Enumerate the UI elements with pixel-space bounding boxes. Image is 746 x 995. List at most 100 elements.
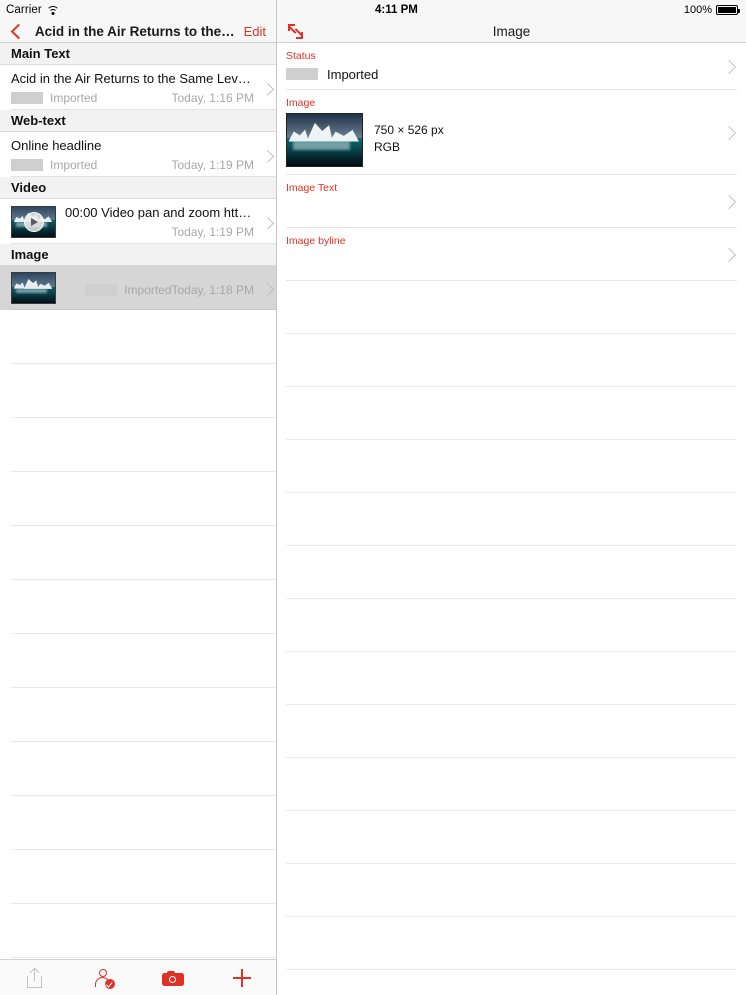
right-nav-bar: Image [277,20,746,43]
status-label: Imported [124,283,172,297]
field-label: Status [286,50,316,62]
back-button[interactable] [8,22,26,40]
status-label: Imported [50,158,98,172]
chevron-right-icon [261,149,275,163]
empty-list-row [0,688,276,742]
timestamp: Today, 1:18 PM [171,283,255,297]
list-item-title: Acid in the Air Returns to the Same Leve… [11,71,254,86]
empty-form-row [277,493,746,546]
chevron-right-icon [721,194,737,209]
empty-form-row [277,811,746,864]
status-color-chip [85,284,118,296]
chevron-right-icon [261,282,275,296]
person-check-icon [94,968,115,989]
play-icon [23,211,44,232]
list-item-main-text[interactable]: Acid in the Air Returns to the Same Leve… [0,65,276,110]
expand-diagonal-icon[interactable] [287,23,304,40]
field-image-byline[interactable]: Image byline [277,228,746,281]
empty-form-row [277,705,746,758]
field-value: Imported [286,66,712,82]
image-preview [286,113,363,167]
image-row-body: Imported Today, 1:18 PM [65,279,254,297]
empty-form-row [277,917,746,970]
chevron-right-icon [721,247,737,262]
empty-form-row [277,864,746,917]
empty-list-row [0,580,276,634]
field-value: 750 × 526 px RGB [286,113,712,167]
list-item-web-text[interactable]: Online headline Imported Today, 1:19 PM [0,132,276,177]
chevron-right-icon [721,125,737,140]
left-nav-bar: Acid in the Air Returns to the… Edit [0,20,276,43]
status-badge: Imported [85,283,172,297]
list-item-meta: Imported Today, 1:18 PM [65,283,254,297]
field-label: Image [286,97,316,109]
image-dimensions: 750 × 526 px [374,123,444,137]
field-value-text: Imported [327,66,379,82]
field-value [286,251,712,271]
field-value [286,198,712,218]
status-badge: Imported [11,158,97,172]
chevron-right-icon [261,82,275,96]
camera-button[interactable] [138,960,207,995]
field-status[interactable]: Status Imported [277,43,746,90]
section-header-video: Video [0,177,276,199]
empty-list-row [0,310,276,364]
asset-list[interactable]: Main Text Acid in the Air Returns to the… [0,43,276,959]
add-button[interactable] [207,960,276,995]
battery-icon [716,5,741,15]
battery-indicator: 100% [683,4,741,16]
empty-form-row [277,652,746,705]
detail-title: Image [492,23,531,39]
empty-form-row [277,599,746,652]
empty-list-row [0,526,276,580]
empty-list-row [0,742,276,796]
section-header-web-text: Web-text [0,110,276,132]
split-view-app: Carrier Acid in the Air Returns to the… … [0,0,746,995]
list-item-image[interactable]: Imported Today, 1:18 PM [0,266,276,310]
image-metadata: 750 × 526 px RGB [374,113,444,154]
chevron-right-icon [721,59,737,74]
detail-form[interactable]: Status Imported Image 750 × 526 px RGB I… [277,43,746,995]
battery-percent-label: 100% [683,4,712,16]
empty-list-row [0,796,276,850]
empty-form-row [277,758,746,811]
field-image[interactable]: Image 750 × 526 px RGB [277,90,746,175]
page-title: Acid in the Air Returns to the… [34,23,235,39]
plus-icon [232,968,251,987]
empty-list-row [0,904,276,958]
field-image-text[interactable]: Image Text [277,175,746,228]
list-item-title: 00:00 Video pan and zoom https… [65,205,254,220]
status-label: Imported [50,91,98,105]
wifi-icon [46,5,60,15]
empty-list-row [0,472,276,526]
carrier-label: Carrier [6,4,42,16]
share-icon [27,967,42,988]
video-thumbnail [11,205,56,238]
image-thumbnail [11,272,56,304]
field-label: Image byline [286,235,346,247]
empty-rows-area [277,281,746,970]
empty-list-row [0,634,276,688]
list-item-meta: Today, 1:19 PM [65,225,255,239]
timestamp: Today, 1:16 PM [171,91,255,105]
assign-person-button[interactable] [69,960,138,995]
list-item-meta: Imported Today, 1:16 PM [11,91,254,105]
empty-list-row [0,418,276,472]
empty-form-row [277,281,746,334]
empty-list-row [0,364,276,418]
status-color-chip [11,92,43,104]
list-item-title: Online headline [11,138,102,153]
share-button[interactable] [0,960,69,995]
section-header-image: Image [0,244,276,266]
status-color-chip [286,68,318,80]
empty-form-row [277,546,746,599]
empty-list-row [0,850,276,904]
right-status-bar: 4:11 PM 100% [277,0,746,20]
timestamp: Today, 1:19 PM [171,158,255,172]
edit-button[interactable]: Edit [244,24,268,39]
empty-form-row [277,387,746,440]
list-item-video[interactable]: 00:00 Video pan and zoom https… Today, 1… [0,199,276,244]
list-item-meta: Imported Today, 1:19 PM [11,158,254,172]
master-panel: Carrier Acid in the Air Returns to the… … [0,0,277,995]
video-row-body: 00:00 Video pan and zoom https… Today, 1… [65,204,254,239]
